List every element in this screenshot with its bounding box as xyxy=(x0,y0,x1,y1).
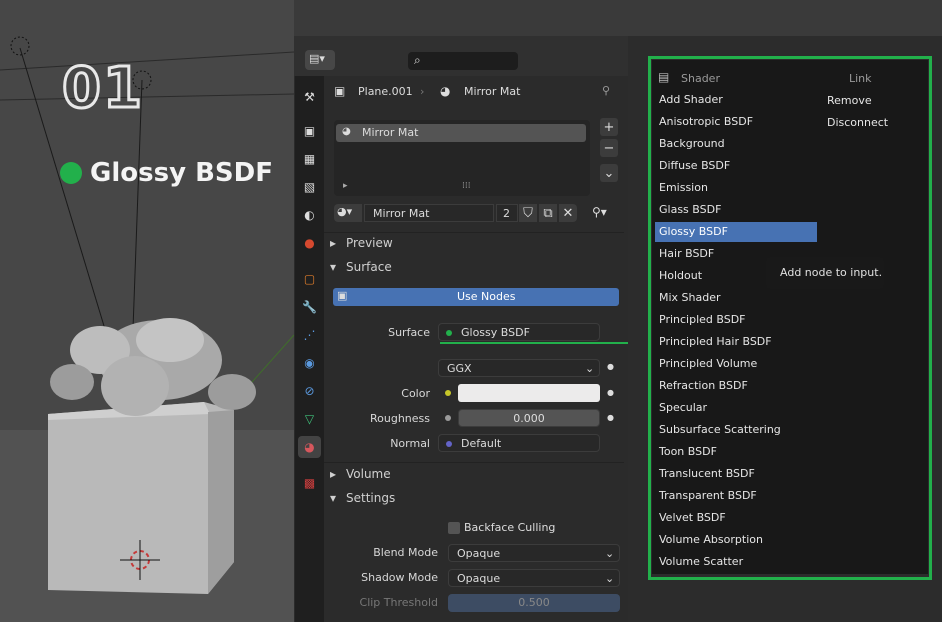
material-icon[interactable]: ◕ xyxy=(298,436,321,458)
use-nodes-button[interactable]: ▣ Use Nodes xyxy=(333,288,619,306)
clip-threshold-label: Clip Threshold xyxy=(359,596,438,609)
chevron-down-icon: ⌄ xyxy=(605,572,615,585)
constraints-icon[interactable]: ⊘ xyxy=(298,380,321,402)
tool-icon[interactable]: ⚒ xyxy=(298,86,321,108)
object-icon[interactable]: ▢ xyxy=(298,268,321,290)
properties-tab-bar: ⚒ ▣ ▦ ▧ ◐ ● ▢ 🔧 ⋰ ◉ ⊘ ▽ ◕ ▩ xyxy=(295,76,324,622)
search-input[interactable]: ⌕ xyxy=(408,52,518,70)
object-data-icon: ▣ xyxy=(334,84,346,98)
material-slot-icon: ◕ xyxy=(342,126,351,137)
browse-material-icon: ◕▾ xyxy=(337,205,353,218)
normal-field[interactable]: Default xyxy=(438,434,600,452)
shadow-mode-value: Opaque xyxy=(457,572,501,585)
modifier-icon[interactable]: 🔧 xyxy=(298,296,321,318)
duplicate-icon[interactable]: ⧉ xyxy=(539,204,557,222)
shadow-mode-label: Shadow Mode xyxy=(361,571,438,584)
user-count[interactable]: 2 xyxy=(496,204,518,222)
pin-icon[interactable]: ⚲ xyxy=(602,84,610,97)
remove-slot-button[interactable]: − xyxy=(600,139,618,157)
world-icon[interactable]: ● xyxy=(298,232,321,254)
editor-type-icon: ▤▾ xyxy=(309,52,325,65)
fake-user-icon[interactable]: ⛉ xyxy=(519,204,537,222)
surface-toggle-icon[interactable]: ▾ xyxy=(330,260,336,274)
blend-mode-dropdown[interactable]: Opaque ⌄ xyxy=(448,544,620,562)
breadcrumb-material: Mirror Mat xyxy=(464,85,521,98)
highlight-frame xyxy=(648,56,932,580)
float-socket-icon xyxy=(445,415,451,421)
viewport-3d[interactable]: 01 Glossy BSDF xyxy=(0,0,294,622)
color-swatch[interactable] xyxy=(458,384,600,402)
preview-toggle-icon[interactable]: ▸ xyxy=(330,236,336,250)
surface-label: Surface xyxy=(388,326,430,339)
breadcrumb-object: Plane.001 xyxy=(358,85,413,98)
green-dot-icon xyxy=(60,162,82,184)
color-label: Color xyxy=(401,387,430,400)
data-icon[interactable]: ▽ xyxy=(298,408,321,430)
step-number: 01 xyxy=(61,55,144,123)
volume-toggle-icon[interactable]: ▸ xyxy=(330,467,336,481)
blend-mode-label: Blend Mode xyxy=(373,546,438,559)
view-layer-icon[interactable]: ▧ xyxy=(298,176,321,198)
roughness-slider[interactable]: 0.000 xyxy=(458,409,600,427)
shadow-mode-dropdown[interactable]: Opaque ⌄ xyxy=(448,569,620,587)
keyframe-dot-icon[interactable]: ● xyxy=(607,362,614,371)
section-settings[interactable]: Settings xyxy=(346,491,395,505)
settings-toggle-icon[interactable]: ▾ xyxy=(330,491,336,505)
breadcrumb-separator: › xyxy=(420,85,425,98)
color-socket-icon xyxy=(445,390,451,396)
divider xyxy=(324,462,624,463)
scene-icon[interactable]: ◐ xyxy=(298,204,321,226)
chevron-down-icon: ⌄ xyxy=(605,547,615,560)
distribution-dropdown[interactable]: GGX ⌄ xyxy=(438,359,600,377)
blend-mode-value: Opaque xyxy=(457,547,501,560)
list-item-label: Mirror Mat xyxy=(362,126,419,139)
backface-checkbox[interactable] xyxy=(448,522,460,534)
section-volume[interactable]: Volume xyxy=(346,467,391,481)
chevron-down-icon: ⌄ xyxy=(585,362,595,375)
editor-type-button[interactable]: ▤▾ xyxy=(305,50,335,70)
normal-value: Default xyxy=(461,437,502,450)
node-link-icon[interactable]: ⚲▾ xyxy=(592,205,607,219)
keyframe-dot-icon[interactable]: ● xyxy=(607,413,614,422)
shader-socket-icon xyxy=(446,330,452,336)
surface-shader-field[interactable]: Glossy BSDF xyxy=(438,323,600,341)
expand-icon[interactable]: ▸ xyxy=(343,181,348,191)
material-breadcrumb-icon: ◕ xyxy=(440,84,451,98)
particles-icon[interactable]: ⋰ xyxy=(298,324,321,346)
highlight-caption-text: Glossy BSDF xyxy=(90,158,273,188)
list-item[interactable]: ◕ Mirror Mat xyxy=(336,124,586,142)
texture-icon[interactable]: ▩ xyxy=(298,472,321,494)
vector-socket-icon xyxy=(446,441,452,447)
physics-icon[interactable]: ◉ xyxy=(298,352,321,374)
keyframe-dot-icon[interactable]: ● xyxy=(607,388,614,397)
add-slot-button[interactable]: + xyxy=(600,118,618,136)
normal-label: Normal xyxy=(390,437,430,450)
distribution-value: GGX xyxy=(447,362,472,375)
nodes-icon: ▣ xyxy=(337,289,348,302)
resize-handle-icon[interactable]: ⁞⁞⁞ xyxy=(462,181,471,191)
use-nodes-label: Use Nodes xyxy=(457,290,516,303)
highlight-connector xyxy=(440,342,652,344)
browse-material-button[interactable]: ◕▾ xyxy=(334,204,362,222)
section-preview[interactable]: Preview xyxy=(346,236,393,250)
search-icon: ⌕ xyxy=(414,53,421,67)
slot-menu-button[interactable]: ⌄ xyxy=(600,164,618,182)
section-surface[interactable]: Surface xyxy=(346,260,392,274)
clip-threshold-slider[interactable]: 0.500 xyxy=(448,594,620,612)
render-icon[interactable]: ▣ xyxy=(298,120,321,142)
surface-shader-value: Glossy BSDF xyxy=(461,326,530,339)
divider xyxy=(324,232,624,233)
backface-label: Backface Culling xyxy=(464,521,556,534)
material-name-field[interactable]: Mirror Mat xyxy=(364,204,494,222)
highlight-caption: Glossy BSDF xyxy=(60,158,273,188)
scene-drawing xyxy=(0,36,294,594)
unlink-icon[interactable]: ✕ xyxy=(559,204,577,222)
output-icon[interactable]: ▦ xyxy=(298,148,321,170)
roughness-label: Roughness xyxy=(369,412,430,425)
